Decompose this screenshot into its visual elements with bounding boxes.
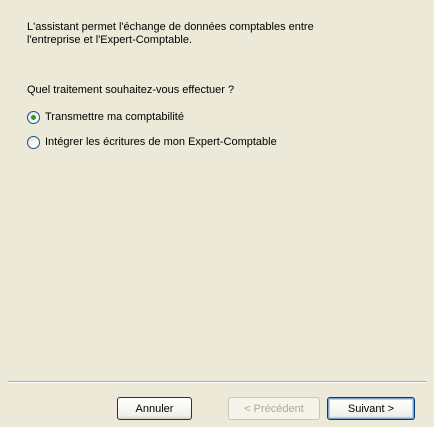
radio-selected-dot	[31, 114, 36, 120]
question-label: Quel traitement souhaitez-vous effectuer…	[27, 84, 235, 96]
cancel-button[interactable]: Annuler	[117, 397, 192, 420]
next-button[interactable]: Suivant >	[327, 397, 415, 420]
radio-option-integrer[interactable]: Intégrer les écritures de mon Expert-Com…	[27, 134, 277, 150]
radio-button-icon[interactable]	[27, 135, 40, 149]
wizard-content: L'assistant permet l'échange de données …	[27, 21, 417, 149]
previous-button[interactable]: < Précédent	[228, 397, 320, 420]
intro-text: L'assistant permet l'échange de données …	[27, 21, 314, 46]
wizard-dialog: L'assistant permet l'échange de données …	[0, 0, 434, 427]
radio-button-icon[interactable]	[27, 110, 40, 124]
radio-option-label: Transmettre ma comptabilité	[45, 111, 184, 123]
radio-option-transmettre[interactable]: Transmettre ma comptabilité	[27, 109, 184, 125]
radio-option-label: Intégrer les écritures de mon Expert-Com…	[45, 136, 277, 148]
button-bar-separator	[8, 381, 426, 383]
